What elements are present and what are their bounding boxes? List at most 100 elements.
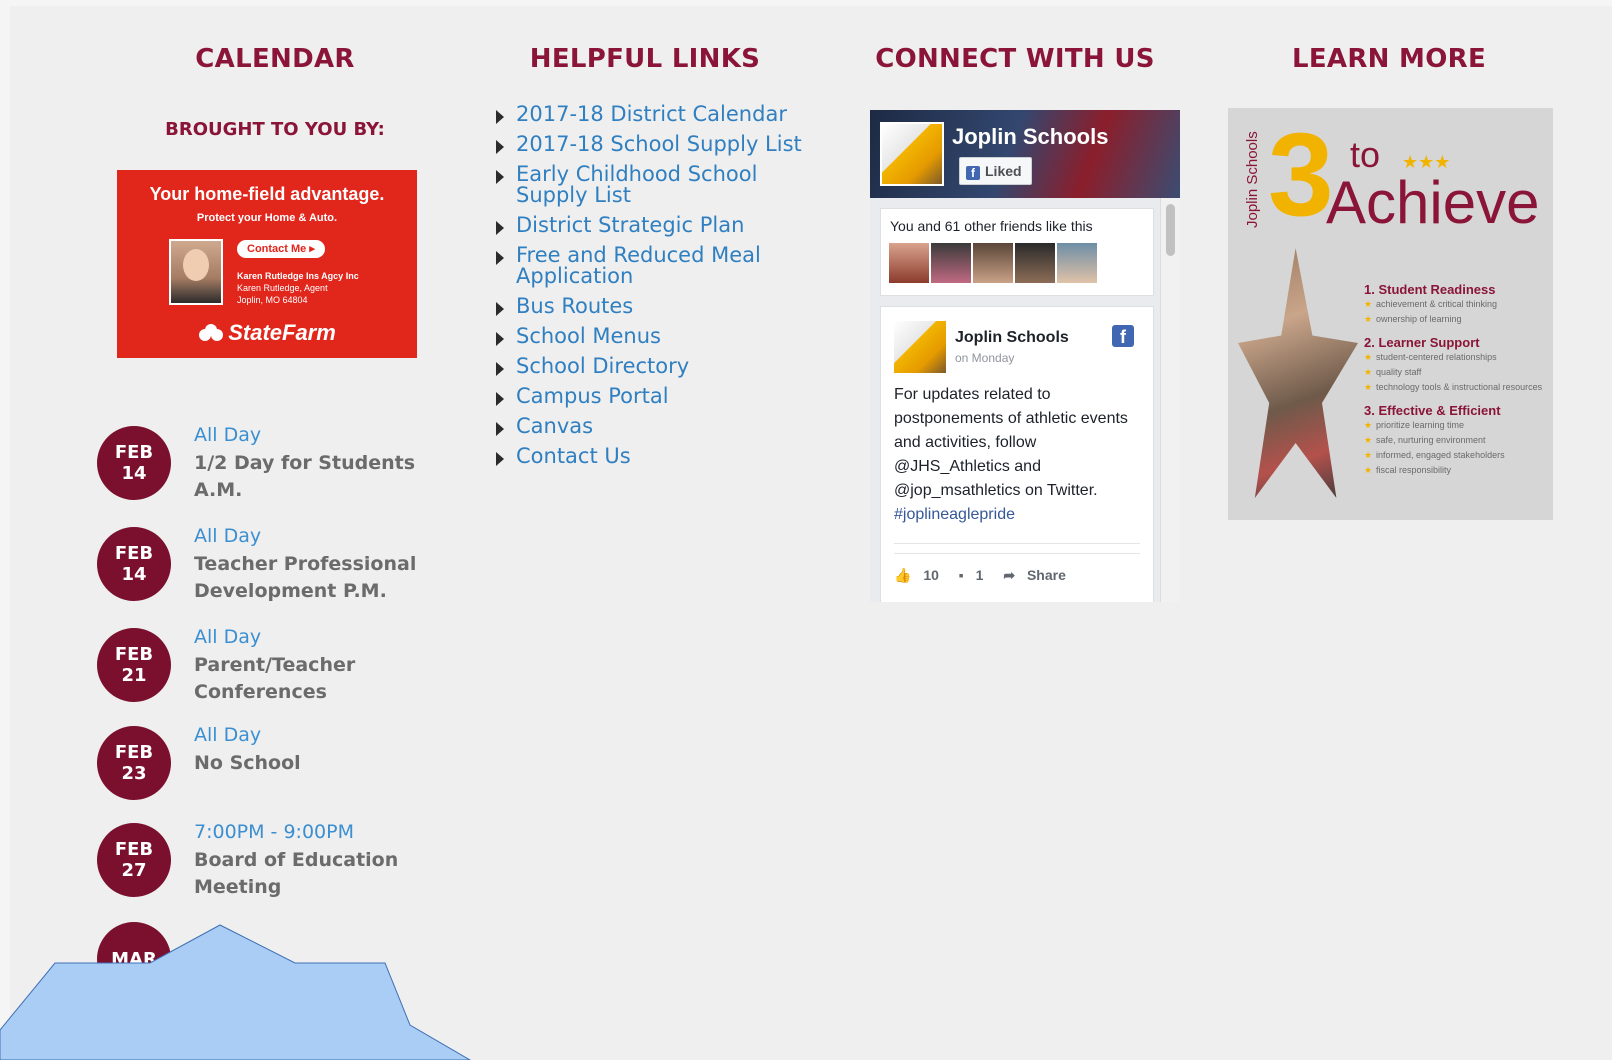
event-title[interactable]: Parent/Teacher Conferences [194, 652, 444, 706]
helpful-link-item: District Strategic Plan [490, 215, 810, 236]
friend-avatar[interactable] [973, 243, 1013, 283]
helpful-link[interactable]: Free and Reduced Meal Application [516, 245, 810, 287]
helpful-link-item: School Menus [490, 326, 810, 347]
helpful-link[interactable]: Early Childhood School Supply List [516, 164, 810, 206]
state-farm-rings-icon [199, 324, 224, 341]
date-badge: FEB 23 [97, 726, 171, 800]
poster-point-item: technology tools & instructional resourc… [1364, 380, 1549, 395]
event-time: All Day [194, 724, 262, 746]
event-time: All Day [194, 626, 262, 648]
facebook-page-widget[interactable]: Joplin Schools f Liked You and 61 other f… [870, 110, 1180, 602]
post-author[interactable]: Joplin Schools [955, 329, 1069, 347]
ad-brand-name: StateFarm [228, 320, 336, 345]
helpful-link-item: Early Childhood School Supply List [490, 164, 810, 206]
date-badge: FEB 27 [97, 823, 171, 897]
poster-points: 1. Student Readinessachievement & critic… [1364, 274, 1549, 478]
agent-info: Karen Rutledge Ins Agcy Inc Karen Rutled… [237, 270, 359, 306]
poster-point-heading: 2. Learner Support [1364, 335, 1480, 350]
calendar-event[interactable]: FEB 14 All Day Teacher Professional Develop… [97, 525, 457, 615]
divider [894, 543, 1140, 544]
calendar-event[interactable]: FEB 14 All Day 1/2 Day for Students A.M. [97, 424, 457, 514]
share-action[interactable]: ➦ Share [1003, 567, 1074, 583]
facebook-cover[interactable]: Joplin Schools f Liked [870, 110, 1180, 198]
poster-number: 3 [1268, 109, 1334, 241]
contact-me-button[interactable]: Contact Me ▸ [237, 240, 325, 258]
event-title[interactable]: No School [194, 750, 444, 777]
helpful-link[interactable]: School Menus [516, 326, 810, 347]
brought-to-you-by-label: BROUGHT TO YOU BY: [165, 119, 385, 140]
like-action[interactable]: 👍 10 [894, 567, 947, 583]
helpful-link[interactable]: 2017-18 School Supply List [516, 134, 810, 155]
date-badge: FEB 21 [97, 628, 171, 702]
helpful-link-item: 2017-18 School Supply List [490, 134, 810, 155]
event-time: All Day [194, 424, 262, 446]
ad-subheadline: Protect your Home & Auto. [196, 212, 338, 224]
caret-right-icon [496, 170, 504, 184]
helpful-link-item: Contact Us [490, 446, 810, 467]
event-time: All Day [194, 525, 262, 547]
friend-avatar[interactable] [889, 243, 929, 283]
like-count: 10 [923, 567, 939, 583]
helpful-link[interactable]: District Strategic Plan [516, 215, 810, 236]
calendar-event[interactable]: FEB 27 7:00PM - 9:00PM Board of Education M… [97, 821, 457, 911]
badge-month: FEB [114, 442, 154, 463]
caret-right-icon [496, 251, 504, 265]
badge-month: FEB [114, 839, 154, 860]
caret-right-icon [496, 362, 504, 376]
facebook-page-name[interactable]: Joplin Schools [952, 124, 1108, 150]
friend-avatar[interactable] [1057, 243, 1097, 283]
helpful-link[interactable]: School Directory [516, 356, 810, 377]
calendar-event[interactable]: FEB 21 All Day Parent/Teacher Conferences [97, 626, 457, 716]
widget-scrollbar[interactable] [1160, 198, 1180, 602]
poster-point-item: prioritize learning time [1364, 418, 1549, 433]
event-title[interactable]: Board of Education Meeting [194, 847, 444, 901]
friend-avatar[interactable] [931, 243, 971, 283]
badge-month: FEB [114, 644, 154, 665]
agent-photo [169, 239, 223, 305]
scrollbar-thumb[interactable] [1166, 204, 1175, 256]
date-badge: FEB 14 [97, 426, 171, 500]
liked-button[interactable]: f Liked [959, 157, 1032, 185]
poster-point-item: fiscal responsibility [1364, 463, 1549, 478]
caret-right-icon [496, 452, 504, 466]
agent-name: Karen Rutledge, Agent [237, 283, 328, 293]
footer-section: CALENDAR BROUGHT TO YOU BY: Your home-fi… [10, 6, 1612, 1060]
comment-icon: ▪ [958, 567, 964, 583]
friends-like-text: You and 61 other friends like this [890, 218, 1093, 234]
post-timestamp[interactable]: on Monday [955, 351, 1014, 365]
event-title[interactable]: 1/2 Day for Students A.M. [194, 450, 444, 504]
friend-avatar[interactable] [1015, 243, 1055, 283]
poster-point-heading: 1. Student Readiness [1364, 282, 1496, 297]
caret-right-icon [496, 392, 504, 406]
comment-action[interactable]: ▪ 1 [959, 567, 992, 583]
helpful-link[interactable]: Canvas [516, 416, 810, 437]
caret-right-icon [496, 221, 504, 235]
ad-headline: Your home-field advantage. [149, 184, 385, 204]
date-badge: MAR [97, 922, 171, 996]
helpful-link[interactable]: 2017-18 District Calendar [516, 104, 810, 125]
three-to-achieve-poster[interactable]: Joplin Schools 3 to ★★★ Achieve 1. Stude… [1228, 108, 1553, 520]
post-avatar[interactable] [894, 321, 946, 373]
badge-month: FEB [114, 543, 154, 564]
poster-point-item: safe, nurturing environment [1364, 433, 1549, 448]
learn-more-heading: LEARN MORE [1291, 44, 1487, 74]
calendar-event[interactable]: MAR [97, 920, 457, 1010]
helpful-link[interactable]: Contact Us [516, 446, 810, 467]
facebook-logo-icon[interactable]: f [1112, 325, 1134, 347]
eagle-avatar[interactable] [880, 122, 944, 186]
thumbs-up-icon: 👍 [894, 567, 912, 583]
friends-like-card: You and 61 other friends like this [880, 208, 1154, 296]
calendar-event[interactable]: FEB 23 All Day No School [97, 724, 457, 814]
poster-achieve: Achieve [1326, 169, 1540, 236]
helpful-links-list: 2017-18 District Calendar 2017-18 School … [490, 104, 810, 476]
badge-day: 14 [121, 463, 147, 484]
state-farm-ad[interactable]: Your home-field advantage. Protect your … [117, 170, 417, 358]
event-title[interactable]: Teacher Professional Development P.M. [194, 551, 444, 605]
helpful-link[interactable]: Campus Portal [516, 386, 810, 407]
poster-point-heading: 3. Effective & Efficient [1364, 403, 1501, 418]
post-hashtag-link[interactable]: #joplineaglepride [894, 503, 1142, 527]
event-time: 7:00PM - 9:00PM [194, 821, 354, 843]
caret-right-icon [496, 302, 504, 316]
facebook-icon: f [966, 166, 980, 180]
helpful-link[interactable]: Bus Routes [516, 296, 810, 317]
